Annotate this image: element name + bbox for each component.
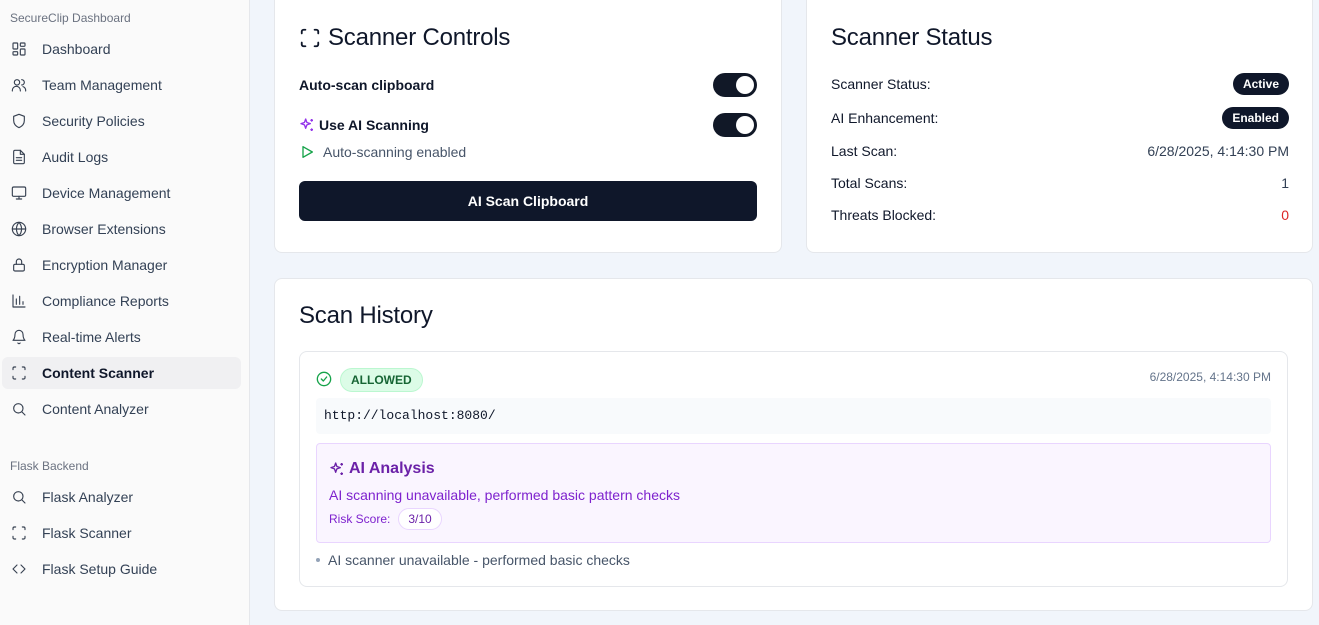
scanner-controls-card: Scanner Controls Auto-scan clipboard Use… [274, 0, 782, 253]
sidebar-item-label: Device Management [42, 185, 171, 201]
sidebar-item-label: Real-time Alerts [42, 329, 141, 345]
entry-note-text: AI scanner unavailable - performed basic… [328, 552, 630, 568]
ai-analysis-title: AI Analysis [349, 460, 435, 477]
auto-scan-toggle[interactable] [713, 73, 757, 97]
sidebar-item-encryption-manager[interactable]: Encryption Manager [2, 249, 241, 281]
check-circle-icon [316, 371, 332, 387]
sidebar-item-device-management[interactable]: Device Management [2, 177, 241, 209]
sidebar-item-dashboard[interactable]: Dashboard [2, 33, 241, 65]
scanned-content: http://localhost:8080/ [316, 398, 1271, 434]
scan-icon [10, 364, 28, 382]
sidebar-item-label: Content Scanner [42, 365, 155, 381]
sidebar-item-label: Compliance Reports [42, 293, 169, 309]
risk-score: Risk Score: 3/10 [329, 508, 442, 530]
users-icon [10, 76, 28, 94]
search-icon [10, 400, 28, 418]
scan-history-card: Scan History ALLOWED 6/28/2025, 4:14:30 … [274, 278, 1313, 611]
sparkles-icon [300, 118, 313, 131]
status-label: Threats Blocked: [831, 207, 937, 223]
risk-score-label: Risk Score: [329, 512, 391, 526]
sidebar-item-label: Audit Logs [42, 149, 109, 165]
allowed-badge: ALLOWED [340, 368, 423, 392]
scan-history-title: Scan History [299, 302, 433, 329]
scan-icon [300, 28, 320, 48]
sidebar-item-label: Flask Scanner [42, 525, 132, 541]
auto-scan-label: Auto-scan clipboard [299, 77, 435, 93]
sidebar-item-label: Flask Setup Guide [42, 561, 158, 577]
entry-timestamp: 6/28/2025, 4:14:30 PM [1149, 370, 1271, 384]
ai-scan-toggle[interactable] [713, 113, 757, 137]
risk-score-badge: 3/10 [398, 508, 442, 530]
sidebar-item-label: Encryption Manager [42, 257, 168, 273]
last-scan-value: 6/28/2025, 4:14:30 PM [1147, 143, 1289, 159]
toggle-knob [736, 116, 754, 134]
dashboard-icon [10, 40, 28, 58]
sidebar-item-flask-analyzer[interactable]: Flask Analyzer [2, 481, 241, 513]
status-row-scanner: Scanner Status: Active [831, 72, 1289, 96]
sidebar-item-security-policies[interactable]: Security Policies [2, 105, 241, 137]
auto-scan-status-text: Auto-scanning enabled [323, 144, 467, 160]
bullet-dot [316, 558, 320, 562]
scan-icon [10, 524, 28, 542]
sidebar-group-title: SecureClip Dashboard [10, 11, 131, 25]
sidebar-item-compliance-reports[interactable]: Compliance Reports [2, 285, 241, 317]
bell-icon [10, 328, 28, 346]
scanner-status-title: Scanner Status [831, 24, 993, 51]
sidebar-item-team-management[interactable]: Team Management [2, 69, 241, 101]
sidebar-item-flask-setup-guide[interactable]: Flask Setup Guide [2, 553, 241, 585]
status-row-last-scan: Last Scan: 6/28/2025, 4:14:30 PM [831, 139, 1289, 163]
ai-analysis-panel: AI Analysis AI scanning unavailable, per… [316, 443, 1271, 543]
scanner-status-card: Scanner Status Scanner Status: Active AI… [806, 0, 1313, 253]
sidebar-group-backend-title: Flask Backend [10, 459, 89, 473]
ai-scan-row: Use AI Scanning [299, 112, 757, 138]
status-row-total-scans: Total Scans: 1 [831, 171, 1289, 195]
monitor-icon [10, 184, 28, 202]
sidebar-item-browser-extensions[interactable]: Browser Extensions [2, 213, 241, 245]
threats-blocked-value: 0 [1281, 207, 1289, 223]
scan-history-entry: ALLOWED 6/28/2025, 4:14:30 PM http://loc… [299, 351, 1288, 587]
auto-scan-status: Auto-scanning enabled [299, 144, 466, 160]
code-icon [10, 560, 28, 578]
shield-icon [10, 112, 28, 130]
auto-scan-row: Auto-scan clipboard [299, 72, 757, 98]
sidebar-item-content-analyzer[interactable]: Content Analyzer [2, 393, 241, 425]
play-icon [302, 146, 313, 158]
status-label: Scanner Status: [831, 76, 931, 92]
status-label: Total Scans: [831, 175, 908, 191]
search-icon [10, 488, 28, 506]
sidebar-item-real-time-alerts[interactable]: Real-time Alerts [2, 321, 241, 353]
sidebar-item-label: Browser Extensions [42, 221, 166, 237]
ai-scan-label: Use AI Scanning [319, 117, 429, 133]
ai-scan-clipboard-button[interactable]: AI Scan Clipboard [299, 181, 757, 221]
sidebar-item-label: Flask Analyzer [42, 489, 134, 505]
sidebar-item-flask-scanner[interactable]: Flask Scanner [2, 517, 241, 549]
sidebar-item-label: Team Management [42, 77, 162, 93]
sparkles-icon [330, 462, 343, 475]
status-row-ai-enhancement: AI Enhancement: Enabled [831, 106, 1289, 130]
sidebar-item-label: Content Analyzer [42, 401, 149, 417]
status-row-threats-blocked: Threats Blocked: 0 [831, 203, 1289, 227]
scanner-controls-title: Scanner Controls [328, 24, 511, 51]
globe-icon [10, 220, 28, 238]
sidebar-item-label: Dashboard [42, 41, 111, 57]
lock-icon [10, 256, 28, 274]
total-scans-value: 1 [1281, 175, 1289, 191]
ai-enhancement-badge: Enabled [1222, 107, 1289, 129]
sidebar-item-label: Security Policies [42, 113, 145, 129]
scanner-status-badge: Active [1232, 73, 1289, 95]
document-icon [10, 148, 28, 166]
status-label: AI Enhancement: [831, 110, 939, 126]
sidebar-item-content-scanner[interactable]: Content Scanner [2, 357, 241, 389]
ai-analysis-description: AI scanning unavailable, performed basic… [329, 487, 680, 503]
sidebar-item-audit-logs[interactable]: Audit Logs [2, 141, 241, 173]
entry-note: AI scanner unavailable - performed basic… [316, 552, 630, 568]
bar-chart-icon [10, 292, 28, 310]
status-label: Last Scan: [831, 143, 898, 159]
sidebar: SecureClip Dashboard Dashboard Team Mana… [0, 0, 250, 625]
toggle-knob [736, 76, 754, 94]
